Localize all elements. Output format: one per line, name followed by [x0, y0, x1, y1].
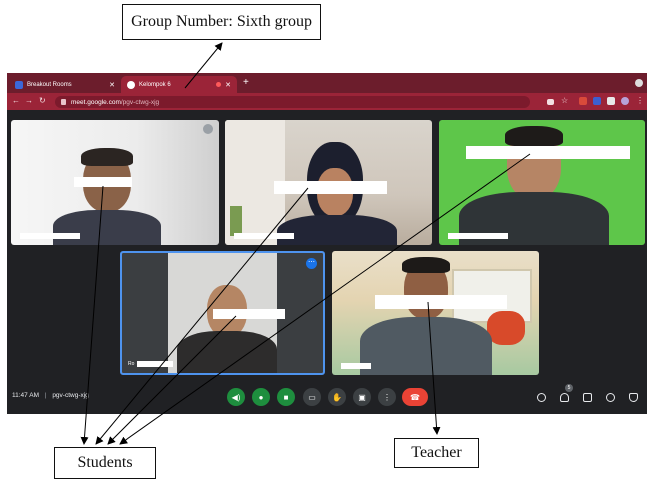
participant-name-text: Ro [128, 361, 135, 367]
separator: | [44, 392, 47, 399]
present-button[interactable]: ▣ [353, 388, 371, 406]
new-tab-icon[interactable]: + [243, 77, 249, 88]
participant-hair [402, 257, 450, 273]
extension-icon[interactable] [579, 97, 587, 105]
host-controls-icon[interactable] [629, 393, 638, 402]
fruit-decoration [487, 311, 525, 345]
meet-stage: ⋯ Ro 11:47 AM | pgv-ctwg-xjg ◀) ● ■ ▭ ✋ … [7, 110, 647, 414]
extension-icon[interactable] [593, 97, 601, 105]
navigation-bar: ← → ↻ meet.google.com /pgv-ctwg-xjg ☆ ⋮ [7, 93, 647, 110]
reload-icon[interactable]: ↻ [39, 96, 46, 105]
camera-indicator-icon[interactable] [547, 99, 554, 105]
hangup-icon: ☎ [410, 392, 420, 402]
plant [230, 206, 242, 236]
participant-hair [505, 126, 563, 146]
url-path: /pgv-ctwg-xjg [120, 98, 160, 106]
meeting-code: pgv-ctwg-xjg [52, 392, 89, 399]
info-icon[interactable] [537, 393, 546, 402]
recording-dot-icon [216, 82, 221, 87]
redaction-bar [74, 177, 132, 187]
raise-hand-button[interactable]: ✋ [328, 388, 346, 406]
participant-name: Ro [128, 361, 174, 367]
window-menu-icon[interactable] [635, 79, 643, 87]
more-options-icon[interactable]: ⋯ [306, 258, 317, 269]
redaction-bar [213, 309, 285, 319]
participant-tile[interactable] [439, 120, 645, 245]
more-options-button[interactable]: ⋮ [378, 388, 396, 406]
captions-icon: ▭ [308, 392, 316, 402]
group-number-callout: Group Number: Sixth group [122, 4, 321, 40]
activities-icon[interactable] [606, 393, 615, 402]
chrome-menu-icon[interactable]: ⋮ [636, 96, 644, 105]
breakout-favicon-icon [15, 80, 23, 89]
participant-name [17, 233, 80, 239]
redaction-bar [375, 295, 507, 309]
participant-tile[interactable] [332, 251, 539, 375]
participant-tile-active-speaker[interactable]: ⋯ Ro [120, 251, 325, 375]
people-icon[interactable] [560, 393, 569, 402]
camera-button[interactable]: ■ [277, 388, 295, 406]
meeting-time-and-code: 11:47 AM | pgv-ctwg-xjg [12, 392, 89, 399]
tab-label: Kelompok 6 [139, 81, 171, 88]
url-host: meet.google.com [71, 98, 121, 106]
close-tab-icon[interactable]: ✕ [109, 81, 115, 89]
speaker-icon: ◀) [231, 392, 241, 402]
extensions-puzzle-icon[interactable] [607, 97, 615, 105]
microphone-icon: ● [258, 392, 264, 402]
back-icon[interactable]: ← [12, 96, 20, 105]
tab-kelompok-6[interactable]: Kelompok 6 ✕ [121, 76, 237, 93]
present-icon: ▣ [358, 392, 366, 402]
participant-name [338, 363, 371, 369]
forward-icon[interactable]: → [25, 96, 33, 105]
students-callout: Students [54, 447, 156, 479]
redaction-bar [274, 181, 387, 194]
meet-favicon-icon [127, 80, 135, 89]
participant-shirt [277, 215, 397, 245]
hand-icon: ✋ [332, 392, 342, 402]
participant-name [231, 233, 294, 239]
microphone-button[interactable]: ● [252, 388, 270, 406]
participant-shirt [177, 331, 277, 373]
leave-call-button[interactable]: ☎ [402, 388, 428, 406]
audio-output-button[interactable]: ◀) [227, 388, 245, 406]
close-tab-icon[interactable]: ✕ [225, 81, 231, 89]
teacher-callout: Teacher [394, 438, 479, 468]
lock-icon [61, 99, 66, 105]
tab-label: Breakout Rooms [27, 81, 72, 88]
participant-tile[interactable] [225, 120, 432, 245]
more-vert-icon: ⋮ [383, 392, 391, 402]
profile-avatar[interactable] [621, 97, 629, 105]
meeting-time: 11:47 AM [12, 392, 39, 399]
bookmark-star-icon[interactable]: ☆ [561, 96, 569, 105]
chat-icon[interactable] [583, 393, 592, 402]
dark-panel [122, 253, 168, 373]
captions-button[interactable]: ▭ [303, 388, 321, 406]
participant-count-badge: 5 [565, 384, 573, 392]
participant-name [445, 233, 508, 239]
pin-icon[interactable] [203, 124, 213, 134]
meet-control-bar: 11:47 AM | pgv-ctwg-xjg ◀) ● ■ ▭ ✋ ▣ ⋮ ☎… [7, 380, 647, 414]
tab-bar: Breakout Rooms ✕ Kelompok 6 ✕ + [7, 73, 647, 93]
browser-window: Breakout Rooms ✕ Kelompok 6 ✕ + ← → ↻ me… [7, 73, 647, 414]
address-bar[interactable]: meet.google.com /pgv-ctwg-xjg [55, 96, 530, 108]
participant-shirt [360, 317, 492, 375]
participant-hair [81, 148, 133, 166]
participant-shirt [53, 210, 161, 245]
tab-breakout-rooms[interactable]: Breakout Rooms ✕ [9, 76, 121, 93]
camera-icon: ■ [283, 392, 289, 402]
redaction-bar [466, 146, 630, 159]
participant-tile[interactable] [11, 120, 219, 245]
